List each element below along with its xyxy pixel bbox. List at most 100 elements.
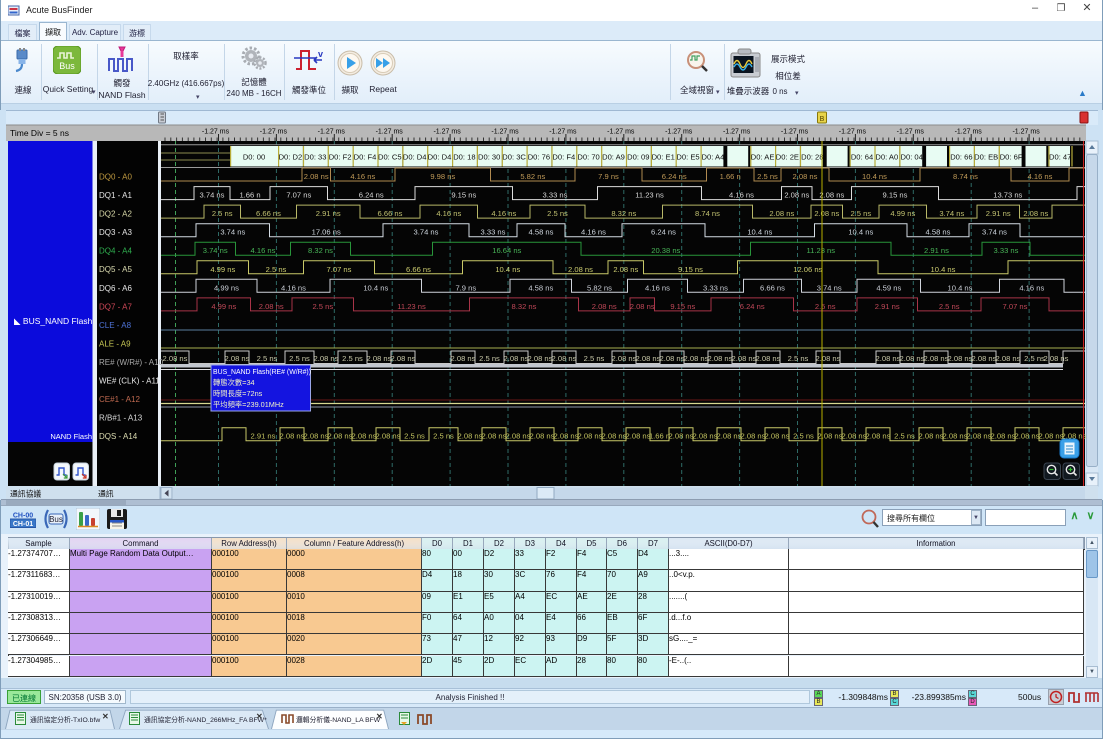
svg-text:9.15 ns: 9.15 ns xyxy=(678,265,703,274)
svg-text:4.99 ns: 4.99 ns xyxy=(210,265,235,274)
svg-text:-1.27 ms: -1.27 ms xyxy=(433,129,461,136)
svg-text:10.4 ns: 10.4 ns xyxy=(747,228,772,237)
svg-text:2.5 ns: 2.5 ns xyxy=(547,209,568,218)
svg-text:2.08 ns: 2.08 ns xyxy=(819,191,844,200)
svg-text:DQS - A14: DQS - A14 xyxy=(99,432,138,441)
svg-text:7.9 ns: 7.9 ns xyxy=(598,172,619,181)
svg-text:WE# (CLK) - A11: WE# (CLK) - A11 xyxy=(99,377,160,386)
svg-text:2.91 ns: 2.91 ns xyxy=(316,209,341,218)
svg-text:2.08 ns: 2.08 ns xyxy=(1044,354,1069,363)
svg-text:2.08 ns: 2.08 ns xyxy=(1015,432,1040,441)
svg-text:3.74 ns: 3.74 ns xyxy=(203,246,228,255)
svg-text:2.08 ns: 2.08 ns xyxy=(314,354,339,363)
svg-text:4.99 ns: 4.99 ns xyxy=(211,302,236,311)
svg-text:2.5 ns: 2.5 ns xyxy=(342,354,363,363)
svg-text:4.99 ns: 4.99 ns xyxy=(214,283,239,292)
svg-text:D0: A0: D0: A0 xyxy=(875,153,898,162)
svg-text:-1.27 ms: -1.27 ms xyxy=(549,129,577,136)
svg-text:2.08 ns: 2.08 ns xyxy=(1039,432,1064,441)
svg-text:D0: 64: D0: 64 xyxy=(851,153,873,162)
svg-text:11.23 ns: 11.23 ns xyxy=(807,246,836,255)
svg-text:通訊: 通訊 xyxy=(98,489,114,499)
svg-text:6.66 ns: 6.66 ns xyxy=(406,265,431,274)
svg-text:3.74 ns: 3.74 ns xyxy=(817,283,842,292)
svg-text:-1.27 ms: -1.27 ms xyxy=(897,129,925,136)
svg-text:-1.27 ms: -1.27 ms xyxy=(1012,129,1040,136)
svg-text:-1.27 ms: -1.27 ms xyxy=(318,129,346,136)
svg-text:2.5 ns: 2.5 ns xyxy=(894,432,915,441)
svg-text:6.66 ns: 6.66 ns xyxy=(378,209,403,218)
svg-text:DQ0 - A0: DQ0 - A0 xyxy=(99,173,132,182)
svg-text:2.91 ns: 2.91 ns xyxy=(986,209,1011,218)
svg-text:D0: D4: D0: D4 xyxy=(403,153,427,162)
svg-text:D0: 30: D0: 30 xyxy=(478,153,500,162)
svg-text:9.98 ns: 9.98 ns xyxy=(430,172,455,181)
svg-text:2.08 ns: 2.08 ns xyxy=(458,432,483,441)
svg-text:6.24 ns: 6.24 ns xyxy=(662,172,687,181)
svg-text:3.74 ns: 3.74 ns xyxy=(200,191,225,200)
svg-text:D0: D4: D0: D4 xyxy=(428,153,452,162)
svg-text:2.08 ns: 2.08 ns xyxy=(732,354,757,363)
svg-text:10.4 ns: 10.4 ns xyxy=(948,283,973,292)
svg-text:4.16 ns: 4.16 ns xyxy=(281,283,306,292)
svg-text:4.58 ns: 4.58 ns xyxy=(926,228,951,237)
svg-text:D0: F4: D0: F4 xyxy=(354,153,377,162)
svg-text:3.33 ns: 3.33 ns xyxy=(481,228,506,237)
svg-text:Bus: Bus xyxy=(49,515,63,524)
svg-text:2.08 ns: 2.08 ns xyxy=(626,432,651,441)
svg-text:2.08 ns: 2.08 ns xyxy=(592,302,617,311)
svg-text:3.74 ns: 3.74 ns xyxy=(220,228,245,237)
svg-text:2.08 ns: 2.08 ns xyxy=(328,432,353,441)
svg-text:D0: 28: D0: 28 xyxy=(801,153,823,162)
svg-text:D0: 47: D0: 47 xyxy=(1049,153,1071,162)
svg-text:3.74 ns: 3.74 ns xyxy=(414,228,439,237)
svg-text:-1.27 ms: -1.27 ms xyxy=(491,129,519,136)
svg-text:2.08 ns: 2.08 ns xyxy=(259,302,284,311)
svg-text:20.38 ns: 20.38 ns xyxy=(651,246,680,255)
svg-text:DQ3 - A3: DQ3 - A3 xyxy=(99,228,132,237)
svg-text:2.5 ns: 2.5 ns xyxy=(433,432,454,441)
svg-text:D0: A4: D0: A4 xyxy=(702,153,725,162)
svg-text:2.08 ns: 2.08 ns xyxy=(1023,209,1048,218)
svg-text:NAND Flash: NAND Flash xyxy=(50,432,92,441)
svg-text:4.59 ns: 4.59 ns xyxy=(876,283,901,292)
svg-text:2.5 ns: 2.5 ns xyxy=(257,354,278,363)
svg-text:2.5 ns: 2.5 ns xyxy=(815,302,836,311)
svg-text:2.08 ns: 2.08 ns xyxy=(528,354,553,363)
svg-text:時間長度=72ns: 時間長度=72ns xyxy=(213,389,263,398)
svg-text:3.74 ns: 3.74 ns xyxy=(982,228,1007,237)
svg-text:D0: 66: D0: 66 xyxy=(950,153,972,162)
svg-text:4.16 ns: 4.16 ns xyxy=(436,209,461,218)
svg-text:D0: 00: D0: 00 xyxy=(243,153,265,162)
svg-text:ALE - A9: ALE - A9 xyxy=(99,340,131,349)
svg-text:8.32 ns: 8.32 ns xyxy=(611,209,636,218)
svg-text:3.33 ns: 3.33 ns xyxy=(543,191,568,200)
svg-text:2.08 ns: 2.08 ns xyxy=(943,432,968,441)
svg-text:通訊協議: 通訊協議 xyxy=(10,489,41,499)
svg-text:-1.27 ms: -1.27 ms xyxy=(781,129,809,136)
svg-text:2.08 ns: 2.08 ns xyxy=(948,354,973,363)
svg-text:5.82 ns: 5.82 ns xyxy=(587,283,612,292)
svg-text:2.08 ns: 2.08 ns xyxy=(991,432,1016,441)
svg-text:4.16 ns: 4.16 ns xyxy=(251,246,276,255)
svg-text:10.4 ns: 10.4 ns xyxy=(848,228,873,237)
svg-text:2.5 ns: 2.5 ns xyxy=(404,432,425,441)
svg-text:4.58 ns: 4.58 ns xyxy=(529,228,554,237)
svg-text:2.08 ns: 2.08 ns xyxy=(741,432,766,441)
svg-text:10.4 ns: 10.4 ns xyxy=(495,265,520,274)
svg-text:3.33 ns: 3.33 ns xyxy=(994,246,1019,255)
svg-text:2.08 ns: 2.08 ns xyxy=(352,432,377,441)
svg-text:DQ6 - A6: DQ6 - A6 xyxy=(99,284,132,293)
svg-text:4.58 ns: 4.58 ns xyxy=(528,283,553,292)
svg-text:2.08 ns: 2.08 ns xyxy=(816,354,841,363)
svg-text:4.16 ns: 4.16 ns xyxy=(1019,283,1044,292)
svg-text:-1.27 ms: -1.27 ms xyxy=(955,129,983,136)
svg-text:10.4 ns: 10.4 ns xyxy=(931,265,956,274)
svg-text:2.08 ns: 2.08 ns xyxy=(919,432,944,441)
svg-text:13.73 ns: 13.73 ns xyxy=(993,191,1022,200)
svg-text:2.08 ns: 2.08 ns xyxy=(693,432,718,441)
svg-text:2.08 ns: 2.08 ns xyxy=(578,432,603,441)
svg-text:2.5 ns: 2.5 ns xyxy=(289,354,310,363)
svg-text:2.08 ns: 2.08 ns xyxy=(304,432,329,441)
svg-text:D0: 70: D0: 70 xyxy=(577,153,599,162)
